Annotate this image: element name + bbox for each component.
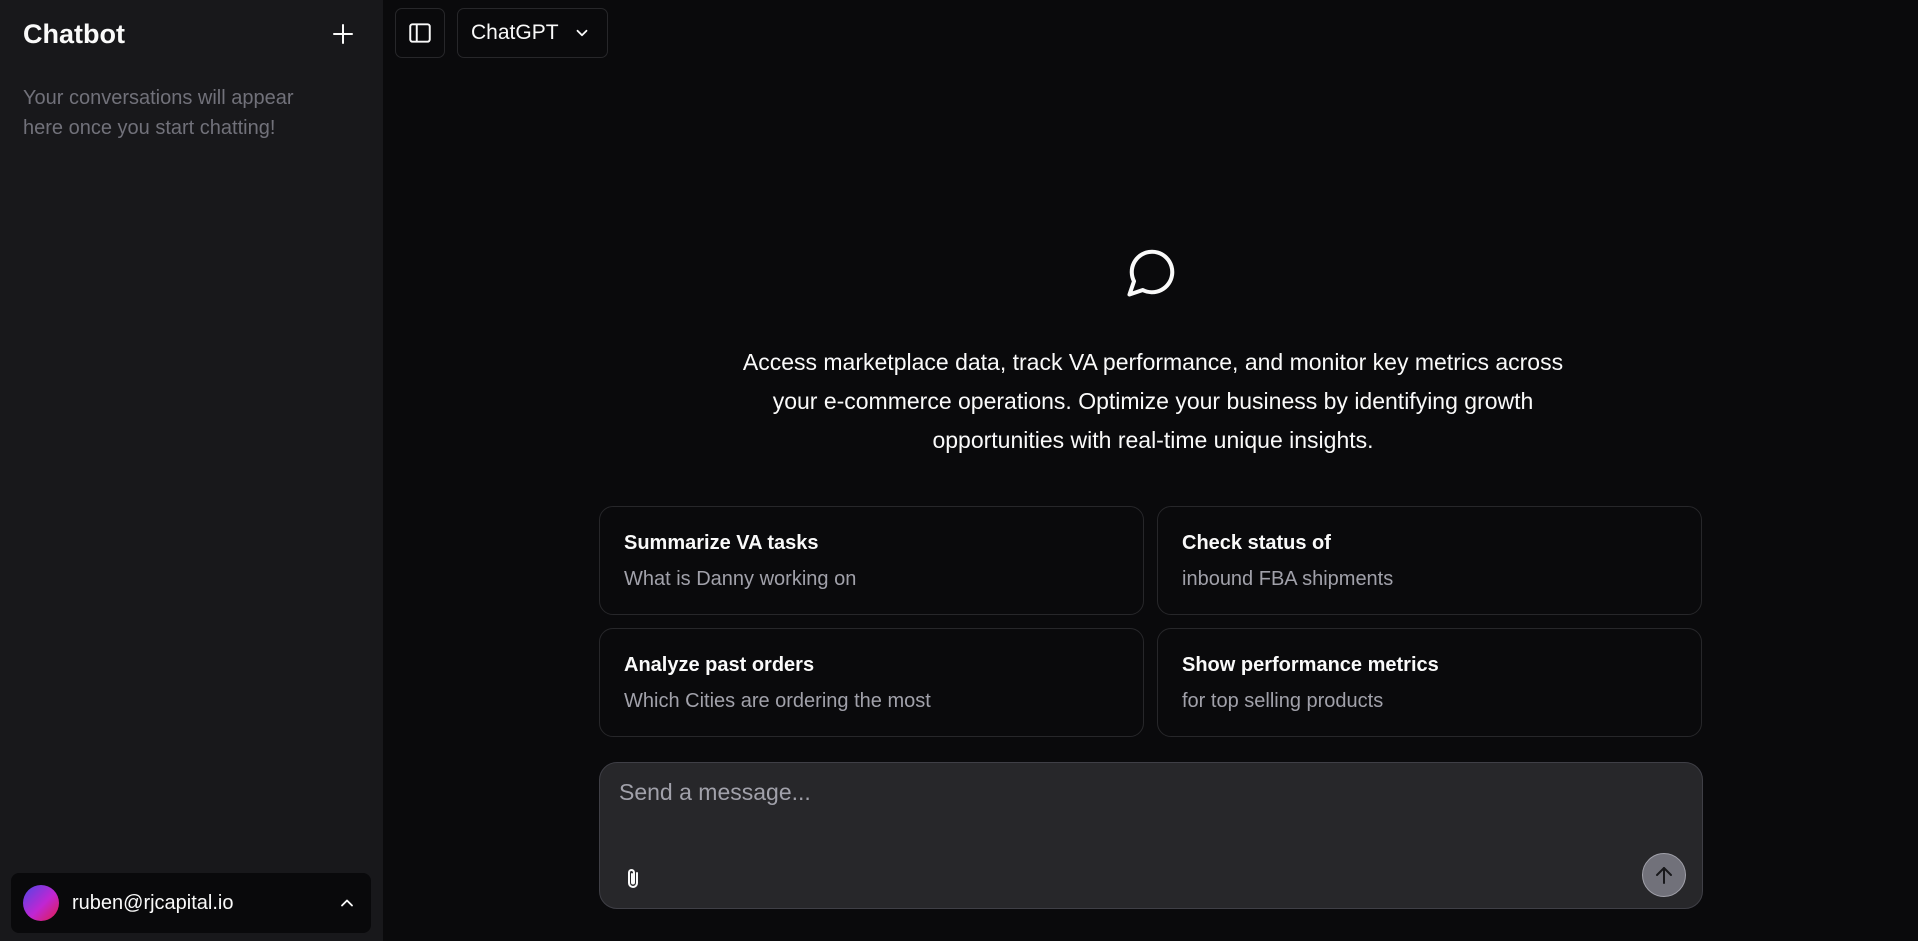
user-menu-button[interactable]: ruben@rjcapital.io: [11, 873, 371, 933]
user-email: ruben@rjcapital.io: [72, 891, 234, 914]
paperclip-icon: [628, 869, 638, 888]
empty-conversations-message: Your conversations will appear here once…: [23, 87, 294, 139]
suggestion-subtitle: inbound FBA shipments: [1182, 568, 1394, 590]
message-circle-icon: [1127, 249, 1175, 297]
app: Chatbot Your conversations will appear h…: [0, 0, 1918, 941]
send-button[interactable]: [1642, 853, 1686, 897]
toggle-sidebar-button[interactable]: [395, 8, 445, 58]
plus-icon: [333, 24, 353, 44]
message-input[interactable]: [600, 763, 1702, 863]
suggestion-subtitle: Which Cities are ordering the most: [624, 690, 931, 712]
model-selector[interactable]: ChatGPT: [457, 8, 608, 58]
new-chat-button[interactable]: [326, 17, 360, 51]
suggestion-title: Summarize VA tasks: [624, 532, 819, 554]
suggestion-card[interactable]: Show performance metrics for top selling…: [1157, 628, 1702, 737]
model-label: ChatGPT: [471, 21, 559, 44]
sidebar-header: Chatbot: [0, 0, 383, 68]
suggestion-title: Analyze past orders: [624, 654, 815, 676]
suggestion-subtitle: for top selling products: [1182, 690, 1384, 712]
suggestion-card[interactable]: Check status of inbound FBA shipments: [1157, 506, 1702, 615]
attach-button[interactable]: [618, 864, 648, 894]
main-area: ChatGPT Access marketplace data, track V…: [383, 0, 1918, 941]
chevron-down-icon: [576, 29, 587, 37]
arrow-up-icon: [1656, 867, 1672, 884]
sidebar-toggle-icon: [409, 23, 431, 43]
top-bar: ChatGPT: [395, 8, 608, 58]
intro-text: Access marketplace data, track VA perfor…: [742, 349, 1564, 453]
sidebar-title: Chatbot: [23, 18, 125, 49]
avatar: [23, 885, 59, 921]
message-composer: [599, 762, 1703, 909]
suggestion-subtitle: What is Danny working on: [624, 568, 857, 590]
suggestion-card[interactable]: Analyze past orders Which Cities are ord…: [599, 628, 1144, 737]
suggested-actions: Summarize VA tasks What is Danny working…: [599, 506, 1703, 737]
suggestion-title: Show performance metrics: [1182, 654, 1439, 676]
suggestion-title: Check status of: [1182, 532, 1331, 554]
sidebar: Chatbot Your conversations will appear h…: [0, 0, 383, 941]
chevron-up-icon: [335, 891, 359, 915]
suggestion-card[interactable]: Summarize VA tasks What is Danny working…: [599, 506, 1144, 615]
